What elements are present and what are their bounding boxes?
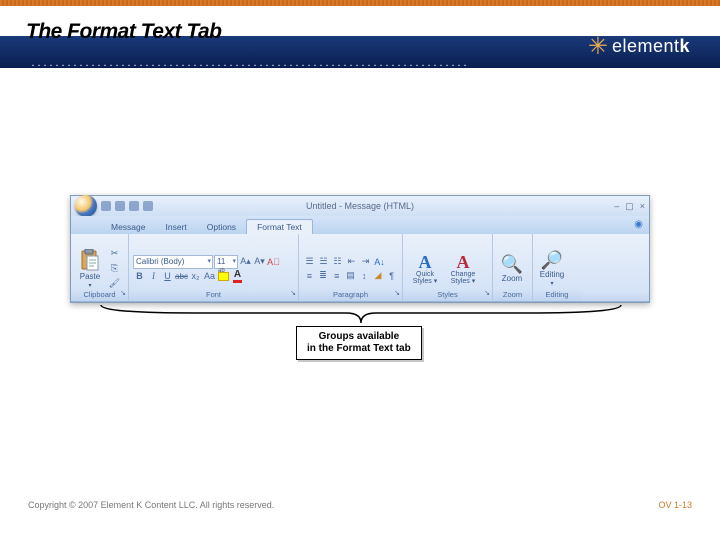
maximize-button[interactable]: ▢ [625,201,634,212]
brand-logo: ✳ elementk [588,32,690,61]
curly-brace-icon [96,303,626,325]
multilevel-icon[interactable]: ☷ [331,255,344,268]
cut-icon[interactable]: ✂ [108,247,121,260]
group-editing: 🔎 Editing ▾ Editing [533,234,581,301]
group-clipboard: Paste ▾ ✂ ⎘ 🖌 Clipboard↘ [71,234,129,301]
align-right-icon[interactable]: ≡ [330,269,343,282]
find-icon: 🔎 [541,251,563,269]
close-button[interactable]: × [640,201,645,212]
dialog-launcher-icon[interactable]: ↘ [290,288,296,300]
group-zoom: 🔍 Zoom Zoom [493,234,533,301]
zoom-button[interactable]: 🔍 Zoom [497,243,527,295]
change-styles-icon: A [457,253,470,271]
tab-options[interactable]: Options [197,220,246,234]
underline-button[interactable]: U [161,270,174,283]
align-center-icon[interactable]: ≣ [317,269,330,282]
inc-indent-icon[interactable]: ⇥ [359,255,372,268]
bold-button[interactable]: B [133,270,146,283]
caption-box: Groups available in the Format Text tab [296,326,422,360]
qat-save-icon[interactable] [101,201,111,211]
highlight-button[interactable] [217,270,230,283]
editing-button[interactable]: 🔎 Editing ▾ [537,243,567,295]
shrink-font-icon[interactable]: A▾ [253,255,266,268]
help-icon[interactable]: ◉ [634,219,643,230]
page-number: OV 1-13 [658,500,692,510]
group-label-clipboard: Clipboard↘ [71,289,128,301]
window-title: Untitled - Message (HTML) [306,201,414,211]
shading-icon[interactable]: ◢ [372,269,385,282]
changecase-button[interactable]: Aa [203,270,216,283]
chevron-down-icon: ▾ [88,282,91,289]
group-label-zoom: Zoom [493,289,532,301]
quick-styles-icon: A [419,253,432,271]
group-label-paragraph: Paragraph↘ [299,289,402,301]
quick-access-toolbar[interactable] [101,201,153,211]
numbering-icon[interactable]: ☱ [317,255,330,268]
group-font: Calibri (Body) 11 A▴ A▾ A⃠ B I U abc x₂ … [129,234,299,301]
tab-message[interactable]: Message [101,220,156,234]
group-label-styles: Styles↘ [403,289,492,301]
paste-button[interactable]: Paste ▾ [75,243,105,295]
qat-redo-icon[interactable] [129,201,139,211]
font-color-button[interactable]: A [231,270,244,283]
dec-indent-icon[interactable]: ⇤ [345,255,358,268]
slide-title: The Format Text Tab [26,20,221,44]
ribbon-screenshot: Untitled - Message (HTML) – ▢ × Message … [70,195,650,303]
italic-button[interactable]: I [147,270,160,283]
justify-icon[interactable]: ▤ [344,269,357,282]
group-label-editing: Editing [533,289,581,301]
linespacing-icon[interactable]: ↕ [358,269,371,282]
pilcrow-icon[interactable]: ¶ [385,269,398,282]
group-label-font: Font↘ [129,289,298,301]
sort-icon[interactable]: A↓ [373,255,386,268]
tab-format-text[interactable]: Format Text [246,219,313,234]
subscript-button[interactable]: x₂ [189,270,202,283]
qat-dropdown-icon[interactable] [143,201,153,211]
grow-font-icon[interactable]: A▴ [239,255,252,268]
quick-styles-button[interactable]: A Quick Styles ▾ [407,253,443,285]
chevron-down-icon: ▾ [550,280,553,287]
bullets-icon[interactable]: ☰ [303,255,316,268]
align-left-icon[interactable]: ≡ [303,269,316,282]
font-name-combo[interactable]: Calibri (Body) [133,255,213,269]
change-styles-button[interactable]: A Change Styles ▾ [445,253,481,285]
qat-undo-icon[interactable] [115,201,125,211]
group-paragraph: ☰ ☱ ☷ ⇤ ⇥ A↓ ≡ ≣ ≡ ▤ ↕ ◢ ¶ [299,234,403,301]
font-size-combo[interactable]: 11 [214,255,238,269]
dialog-launcher-icon[interactable]: ↘ [484,288,490,300]
paste-icon [80,249,100,271]
asterisk-icon: ✳ [588,32,608,61]
tab-insert[interactable]: Insert [156,220,197,234]
strike-button[interactable]: abc [175,270,188,283]
zoom-icon: 🔍 [501,255,523,273]
dialog-launcher-icon[interactable]: ↘ [394,288,400,300]
dotted-rule [30,64,470,66]
office-button[interactable] [75,195,97,217]
copy-icon[interactable]: ⎘ [108,262,121,275]
copyright-text: Copyright © 2007 Element K Content LLC. … [28,500,274,510]
group-styles: A Quick Styles ▾ A Change Styles ▾ Style… [403,234,493,301]
dialog-launcher-icon[interactable]: ↘ [120,288,126,300]
minimize-button[interactable]: – [614,201,619,212]
clear-format-icon[interactable]: A⃠ [267,255,280,268]
